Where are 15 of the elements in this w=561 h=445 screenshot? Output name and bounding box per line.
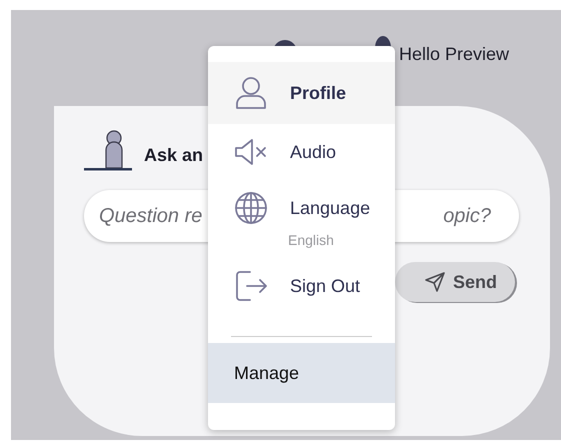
menu-item[interactable]: Audio (208, 124, 395, 180)
person-with-underline-icon (84, 130, 132, 172)
person-icon (234, 76, 268, 110)
menu-item[interactable]: Sign Out (208, 258, 395, 314)
send-icon (424, 272, 445, 292)
card-title: Ask an (144, 145, 204, 166)
send-button[interactable]: Send (395, 262, 515, 302)
greeting-text: Hello Preview (398, 44, 509, 65)
muted-speaker-icon (234, 138, 268, 166)
globe-icon (234, 191, 268, 225)
menu-item[interactable]: Profile (208, 62, 395, 124)
placeholder-text: Question re (99, 204, 202, 228)
menu-item[interactable]: Manage (208, 343, 395, 403)
placeholder-text: opic? (443, 204, 491, 228)
sign-out-icon (234, 269, 268, 303)
